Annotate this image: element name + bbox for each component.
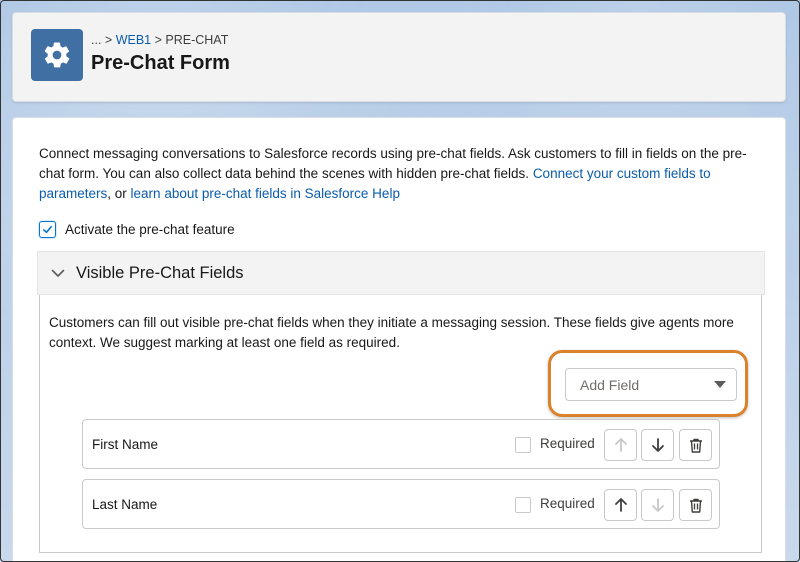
help-link[interactable]: learn about pre-chat fields in Salesforc… — [131, 186, 400, 201]
required-checkbox[interactable] — [515, 497, 531, 513]
visible-fields-section-toggle[interactable]: Visible Pre-Chat Fields — [37, 251, 765, 295]
activate-checkbox[interactable] — [39, 221, 56, 238]
breadcrumb-link-web1[interactable]: WEB1 — [116, 33, 151, 47]
activate-label: Activate the pre-chat feature — [65, 222, 235, 237]
field-label: First Name — [92, 437, 159, 452]
section-description: Customers can fill out visible pre-chat … — [49, 315, 734, 350]
page-header: ... > WEB1 > PRE-CHAT Pre-Chat Form — [12, 12, 786, 102]
required-label: Required — [540, 496, 595, 511]
required-checkbox[interactable] — [515, 437, 531, 453]
chevron-down-icon — [51, 269, 65, 277]
intro-text: Connect messaging conversations to Sales… — [39, 144, 767, 204]
activate-prechat-toggle[interactable]: Activate the pre-chat feature — [39, 221, 235, 238]
arrow-down-icon — [651, 498, 664, 512]
arrow-up-icon — [614, 438, 627, 452]
delete-button[interactable] — [679, 489, 712, 521]
field-label: Last Name — [92, 497, 158, 512]
breadcrumb-current: > PRE-CHAT — [154, 33, 229, 47]
intro-separator: , or — [107, 186, 131, 201]
move-up-button[interactable] — [604, 489, 637, 521]
gear-icon — [31, 29, 83, 81]
breadcrumb-prefix: ... > — [91, 33, 113, 47]
visible-fields-section-body: Customers can fill out visible pre-chat … — [39, 295, 762, 553]
arrow-down-icon — [651, 438, 664, 452]
main-card: Connect messaging conversations to Sales… — [12, 117, 786, 562]
page-title: Pre-Chat Form — [91, 52, 230, 74]
required-label: Required — [540, 436, 595, 451]
checkmark-icon — [43, 225, 52, 234]
section-title: Visible Pre-Chat Fields — [76, 263, 244, 282]
field-row-first-name: First Name Required — [82, 419, 720, 469]
breadcrumb: ... > WEB1 > PRE-CHAT — [91, 33, 228, 47]
move-down-button[interactable] — [641, 429, 674, 461]
field-row-last-name: Last Name Required — [82, 479, 720, 529]
arrow-up-icon — [614, 498, 627, 512]
move-down-button[interactable] — [641, 489, 674, 521]
add-field-placeholder: Add Field — [580, 376, 640, 393]
add-field-select[interactable]: Add Field — [565, 368, 737, 401]
trash-icon — [689, 438, 702, 453]
trash-icon — [689, 498, 702, 513]
dropdown-arrow-icon — [714, 380, 726, 388]
delete-button[interactable] — [679, 429, 712, 461]
move-up-button[interactable] — [604, 429, 637, 461]
